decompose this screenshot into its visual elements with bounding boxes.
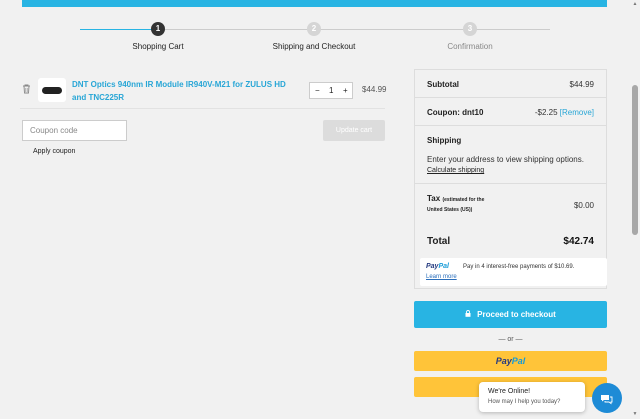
coupon-row: Coupon: dnt10 -$2.25 [Remove]	[415, 98, 606, 126]
step-2-label: Shipping and Checkout	[272, 42, 356, 51]
chat-greeting-bubble[interactable]: We're Online! How may I help you today?	[479, 382, 585, 412]
product-image-shape	[42, 87, 62, 94]
step-connector-4	[470, 29, 550, 30]
shipping-info-text: Enter your address to view shipping opti…	[427, 155, 584, 164]
paypal-logo-pal: Pal	[438, 263, 449, 270]
step-1-number: 1	[151, 22, 165, 36]
cart-totals-panel: Subtotal $44.99 Coupon: dnt10 -$2.25 [Re…	[414, 69, 607, 289]
top-accent-bar	[22, 0, 607, 7]
step-2-number: 2	[307, 22, 321, 36]
total-row: Total $42.74	[415, 222, 606, 252]
paypal-logo-pay: Pay	[426, 263, 439, 270]
cart-item-row: DNT Optics 940nm IR Module IR940V-M21 fo…	[20, 76, 387, 110]
shipping-row: Shipping Enter your address to view ship…	[415, 126, 606, 184]
proceed-to-checkout-label: Proceed to checkout	[477, 310, 556, 319]
or-separator: — or —	[498, 336, 523, 343]
item-price: $44.99	[362, 85, 387, 94]
tax-label: Tax	[427, 194, 441, 203]
coupon-code-input[interactable]	[22, 120, 127, 141]
coupon-value-group: -$2.25 [Remove]	[535, 108, 594, 117]
quantity-stepper[interactable]: − 1 +	[309, 82, 353, 99]
step-connector-1	[80, 29, 158, 30]
step-3-label: Confirmation	[447, 42, 493, 51]
quantity-value[interactable]: 1	[329, 86, 333, 95]
tax-value: $0.00	[573, 201, 594, 210]
quantity-increase-button[interactable]: +	[343, 86, 348, 95]
product-name-link[interactable]: DNT Optics 940nm IR Module IR940V-M21 fo…	[72, 78, 302, 104]
calculate-shipping-link[interactable]: Calculate shipping	[427, 167, 484, 174]
apply-coupon-button[interactable]: Apply coupon	[33, 148, 75, 155]
chat-title: We're Online!	[488, 388, 531, 395]
coupon-discount-value: -$2.25	[534, 108, 558, 117]
scrollbar-thumb[interactable]	[632, 85, 638, 235]
scroll-up-icon[interactable]: ▲	[632, 1, 638, 7]
paypal-installments-text: Pay in 4 interest-free payments of $10.6…	[463, 264, 575, 270]
step-connector-2	[158, 29, 314, 30]
coupon-label: Coupon: dnt10	[427, 108, 484, 117]
paypal-button-pal: Pal	[511, 356, 526, 366]
step-3-number: 3	[463, 22, 477, 36]
cart-row-divider	[20, 108, 385, 109]
paypal-checkout-button[interactable]: PayPal	[414, 351, 607, 371]
scroll-down-icon[interactable]: ▼	[632, 411, 638, 417]
chat-launcher-button[interactable]	[592, 383, 622, 413]
paypal-button-pay: Pay	[495, 356, 512, 366]
remove-coupon-link[interactable]: [Remove]	[560, 108, 594, 117]
proceed-to-checkout-button[interactable]: Proceed to checkout	[414, 301, 607, 328]
trash-icon[interactable]	[22, 84, 31, 94]
step-1-label: Shopping Cart	[132, 42, 184, 51]
page-scrollbar[interactable]: ▲ ▼	[631, 0, 640, 419]
tax-label-group: Tax (estimated for the	[427, 194, 484, 203]
tax-row: Tax (estimated for the United States (US…	[415, 184, 606, 222]
step-connector-3	[314, 29, 470, 30]
product-thumbnail[interactable]	[38, 78, 66, 102]
tax-estimate-note-2: United States (US))	[427, 207, 473, 213]
chat-icon	[600, 392, 613, 405]
paypal-pay-later-message: PayPal Pay in 4 interest-free payments o…	[420, 258, 607, 286]
shipping-label: Shipping	[427, 136, 462, 145]
tax-estimate-note-1: (estimated for the	[442, 197, 485, 203]
quantity-decrease-button[interactable]: −	[315, 86, 320, 95]
checkout-progress-steps: 1 2 3 Shopping Cart Shipping and Checkou…	[0, 20, 640, 60]
subtotal-row: Subtotal $44.99	[415, 70, 606, 98]
chat-subtitle: How may I help you today?	[488, 399, 561, 405]
lock-icon	[465, 302, 471, 329]
total-value: $42.74	[563, 236, 594, 247]
subtotal-value: $44.99	[569, 80, 594, 89]
paypal-learn-more-link[interactable]: Learn more	[426, 274, 457, 280]
paypal-logo: PayPal	[426, 263, 449, 270]
total-label: Total	[427, 236, 451, 247]
subtotal-label: Subtotal	[427, 80, 459, 89]
update-cart-button[interactable]: Update cart	[323, 120, 385, 141]
